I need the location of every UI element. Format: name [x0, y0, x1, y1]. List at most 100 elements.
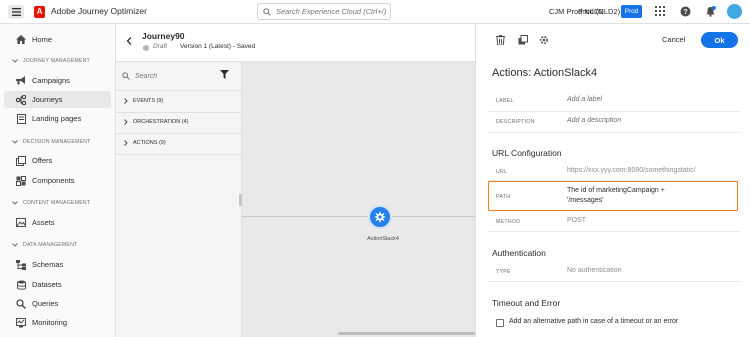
journey-name[interactable]: Journey90 — [142, 31, 185, 41]
label-field-label: LABEL — [496, 98, 514, 104]
components-icon — [16, 175, 26, 186]
filter-icon[interactable] — [220, 70, 229, 79]
sandbox-name[interactable]: Prod (NLD2) — [578, 7, 620, 16]
palette-category-actions[interactable]: ACTIONS (9) — [124, 140, 166, 146]
divider — [488, 111, 740, 112]
chevron-down-icon — [12, 201, 18, 205]
alternative-path-checkbox[interactable] — [496, 319, 504, 327]
global-search-input[interactable] — [276, 7, 386, 16]
action-node-label: ActionSlack4 — [367, 236, 399, 242]
divider — [116, 154, 242, 155]
description-field-label: DESCRIPTION — [496, 119, 535, 125]
nav-item-datasets[interactable]: Datasets — [4, 276, 111, 293]
url-configuration-title: URL Configuration — [492, 148, 562, 158]
delete-icon[interactable] — [496, 35, 505, 45]
description-input[interactable]: Add a description — [567, 117, 621, 124]
method-value: POST — [567, 217, 587, 224]
notification-bell-icon[interactable] — [705, 6, 716, 17]
section-data-management[interactable]: DATA MANAGEMENT — [12, 242, 77, 248]
search-icon — [263, 7, 271, 16]
schema-icon — [16, 259, 26, 270]
help-icon[interactable]: ? — [680, 6, 691, 17]
top-bar: A Adobe Journey Optimizer CJM Prod NLD2 … — [0, 0, 750, 24]
ok-button[interactable]: Ok — [701, 32, 738, 48]
status-dot — [143, 45, 149, 51]
user-avatar[interactable] — [727, 4, 742, 19]
offers-icon — [16, 155, 26, 166]
timeout-error-title: Timeout and Error — [492, 298, 561, 308]
query-icon — [16, 298, 26, 309]
search-icon — [122, 72, 130, 80]
path-value-line1[interactable]: The id of marketingCampaign + — [567, 187, 665, 194]
type-field-label: TYPE — [496, 269, 511, 275]
nav-item-components[interactable]: Components — [4, 172, 111, 189]
method-field-label: METHOD — [496, 219, 521, 225]
nav-item-schemas[interactable]: Schemas — [4, 256, 111, 273]
home-icon — [16, 35, 26, 45]
path-highlight — [488, 181, 738, 211]
divider — [488, 281, 740, 282]
nav-item-queries[interactable]: Queries — [4, 295, 111, 312]
back-arrow-icon[interactable] — [126, 37, 132, 45]
nav-item-landing-pages[interactable]: Landing pages — [4, 110, 111, 127]
section-content-management[interactable]: CONTENT MANAGEMENT — [12, 200, 90, 206]
nav-item-home[interactable]: Home — [4, 31, 111, 48]
journey-status: Draft — [153, 43, 168, 50]
panel-title: Actions: ActionSlack4 — [492, 67, 598, 79]
duplicate-icon[interactable] — [518, 35, 528, 45]
journey-path-line — [242, 216, 475, 217]
section-decision-management[interactable]: DECISION MANAGEMENT — [12, 139, 91, 145]
chevron-right-icon — [124, 98, 128, 104]
url-value: https://xxx.yyy.com:8080/somethingstatic… — [567, 167, 696, 174]
cancel-button[interactable]: Cancel — [662, 35, 685, 44]
monitoring-icon — [16, 317, 26, 328]
nav-item-label: Home — [32, 35, 53, 44]
assets-icon — [16, 218, 26, 228]
auth-type-value: No authentication — [567, 267, 622, 274]
journey-canvas[interactable]: ActionSlack4 — [239, 62, 475, 337]
journey-version: Version 1 (Latest) - Saved — [180, 43, 256, 50]
divider — [116, 90, 242, 91]
action-node[interactable] — [368, 205, 392, 229]
alternative-path-label[interactable]: Add an alternative path in case of a tim… — [509, 318, 678, 325]
chevron-right-icon — [124, 140, 128, 146]
settings-icon[interactable] — [539, 35, 549, 45]
divider — [116, 133, 242, 134]
global-search[interactable] — [257, 3, 391, 20]
journey-icon — [16, 94, 26, 105]
nav-item-offers[interactable]: Offers — [4, 152, 111, 169]
landing-page-icon — [16, 113, 26, 124]
divider — [488, 132, 740, 133]
action-properties-panel: Cancel Ok Actions: ActionSlack4 LABEL Ad… — [475, 24, 750, 337]
label-input[interactable]: Add a label — [567, 96, 602, 103]
chevron-down-icon — [12, 140, 18, 144]
adobe-logo-icon: A — [34, 6, 45, 18]
nav-item-campaigns[interactable]: Campaigns — [4, 72, 111, 89]
path-value-line2[interactable]: '/messages' — [567, 197, 604, 204]
env-badge: Prod — [621, 5, 642, 18]
apps-grid-icon[interactable] — [655, 6, 665, 16]
palette-category-orchestration[interactable]: ORCHESTRATION (4) — [124, 119, 189, 125]
palette-search-input[interactable] — [135, 72, 215, 80]
path-field-label: PATH — [496, 194, 511, 200]
chevron-right-icon — [124, 119, 128, 125]
section-journey-management[interactable]: JOURNEY MANAGEMENT — [12, 58, 90, 64]
custom-action-icon — [374, 211, 386, 223]
nav-item-monitoring[interactable]: Monitoring — [4, 314, 111, 331]
app-title: Adobe Journey Optimizer — [51, 6, 147, 16]
dataset-icon — [16, 280, 26, 290]
chevron-down-icon — [12, 243, 18, 247]
nav-item-journeys[interactable]: Journeys — [4, 91, 111, 108]
left-nav: Home JOURNEY MANAGEMENT Campaigns Journe… — [0, 24, 116, 337]
horizontal-scrollbar[interactable] — [338, 332, 475, 335]
journey-header: Journey90 Draft Version 1 (Latest) - Sav… — [116, 24, 475, 62]
menu-icon[interactable] — [8, 5, 24, 19]
resize-handle[interactable] — [239, 194, 242, 206]
campaign-icon — [16, 76, 26, 86]
divider — [488, 231, 740, 232]
palette-category-events[interactable]: EVENTS (9) — [124, 98, 163, 104]
url-field-label: URL — [496, 169, 508, 175]
divider — [116, 112, 242, 113]
authentication-title: Authentication — [492, 248, 546, 258]
nav-item-assets[interactable]: Assets — [4, 214, 111, 231]
